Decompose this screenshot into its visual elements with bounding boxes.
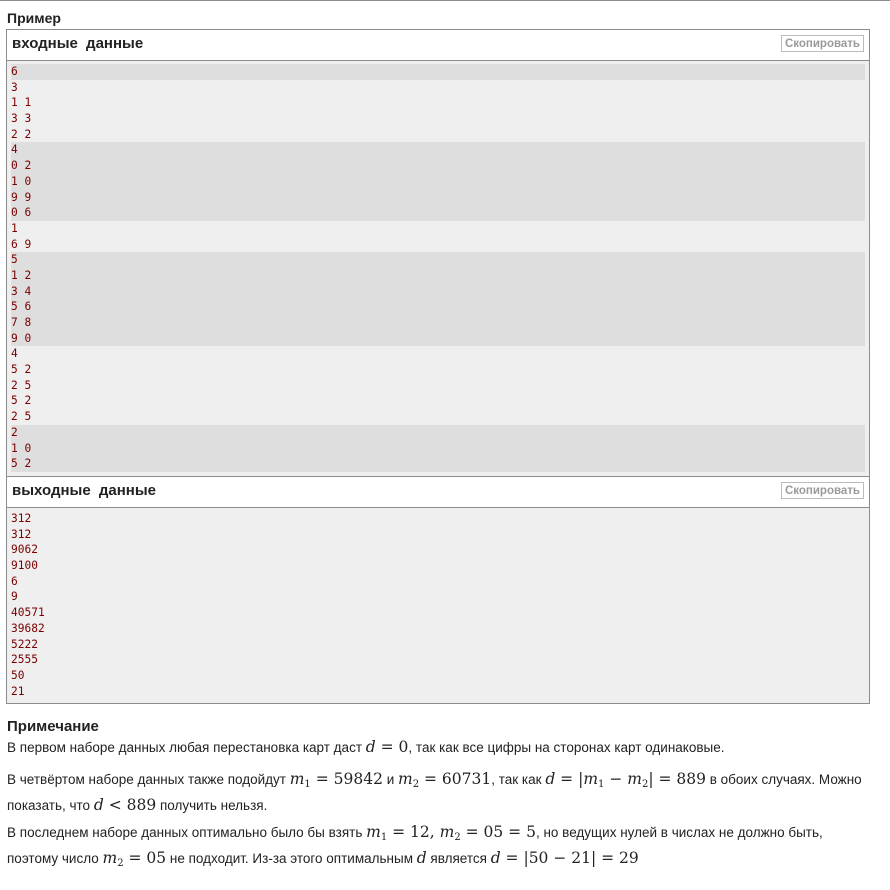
math-var: d [416, 849, 427, 867]
math-var: m [439, 823, 455, 841]
input-line: 6 9 [11, 237, 32, 251]
math-var: m [366, 823, 381, 841]
note-text: В четвёртом наборе данных также подойдут [7, 772, 290, 787]
input-line: 1 0 [11, 173, 865, 190]
input-line: 5 2 [11, 456, 865, 472]
math-expr: = |50 − 21| = 29 [500, 849, 639, 867]
math-expr: = 60731 [419, 770, 492, 788]
input-line: 2 5 [11, 410, 32, 424]
input-line: 1 [11, 221, 18, 235]
input-line: 9 9 [11, 189, 865, 206]
math-expr: < 889 [103, 796, 157, 814]
output-header: выходные данные Скопировать [7, 477, 869, 508]
output-line: 312 [11, 527, 32, 541]
note-text: не подходит. Из-за этого оптимальным [166, 851, 417, 866]
input-line: 7 8 [11, 315, 865, 331]
math-var: d [365, 738, 376, 756]
note-paragraph-3: В последнем наборе данных оптимально был… [7, 822, 877, 874]
copy-output-button[interactable]: Скопировать [780, 482, 864, 499]
input-line: 1 2 [11, 267, 865, 284]
note-text: в обоих случаях. Можно [705, 772, 862, 787]
output-line: 40571 [11, 606, 45, 620]
math-expr: = 12, [387, 823, 440, 841]
input-line: 2 5 [11, 378, 32, 392]
output-title: выходные данные [12, 482, 157, 499]
input-title: входные данные [12, 35, 144, 52]
input-line: 1 0 [11, 440, 865, 457]
output-line: 9062 [11, 543, 38, 557]
input-line: 5 [11, 252, 865, 268]
input-line: 3 3 [11, 112, 32, 126]
math-expr: = | [555, 770, 584, 788]
output-line: 6 [11, 574, 18, 588]
input-header: входные данные Скопировать [7, 30, 869, 61]
input-line: 0 6 [11, 205, 865, 221]
note-title: Примечание [7, 718, 99, 735]
note-text: , так как [491, 772, 546, 787]
input-block: входные данные Скопировать 631 13 32 240… [6, 29, 870, 477]
input-line: 9 0 [11, 330, 865, 347]
math-var: m [583, 770, 599, 788]
math-expr: = 05 = 5 [460, 823, 536, 841]
top-divider [0, 0, 890, 1]
input-line: 1 1 [11, 96, 32, 110]
note-text: В первом наборе данных любая перестановк… [7, 740, 366, 755]
math-var: d [93, 796, 104, 814]
output-line: 9100 [11, 559, 38, 573]
input-line: 4 [11, 142, 865, 159]
input-line: 3 [11, 80, 18, 94]
input-line: 5 2 [11, 363, 32, 377]
output-line: 312 [11, 512, 32, 525]
example-title: Пример [7, 10, 61, 26]
input-line: 0 2 [11, 158, 865, 174]
math-var: m [627, 770, 642, 788]
note-text: получить нельзя. [156, 798, 268, 813]
output-line: 21 [11, 684, 25, 698]
math-expr: = 05 [123, 849, 167, 867]
math-expr: − [604, 770, 628, 788]
input-line: 6 [11, 64, 865, 80]
output-line: 39682 [11, 621, 45, 635]
output-line: 9 [11, 590, 18, 604]
output-block: выходные данные Скопировать 312 312 9062 91… [6, 476, 870, 705]
output-content[interactable]: 312 312 9062 9100 6 9 40571 39682 5222 2555 50 21 [7, 508, 869, 704]
math-var: m [102, 849, 118, 867]
math-expr: = 0 [375, 738, 409, 756]
note-text: , но ведущих нулей в числах не должно бы… [535, 825, 823, 840]
math-expr: | = 889 [648, 770, 706, 788]
output-line: 50 [11, 668, 25, 682]
input-line: 5 2 [11, 394, 32, 408]
input-line: 2 [11, 424, 865, 441]
note-text: В последнем наборе данных оптимально был… [7, 825, 367, 840]
math-var: m [398, 770, 413, 788]
output-line: 2555 [11, 653, 38, 667]
output-line: 5222 [11, 637, 38, 651]
note-text: показать, что [7, 798, 94, 813]
note-text: , так как все цифры на сторонах карт оди… [408, 740, 725, 755]
math-var: d [545, 770, 556, 788]
input-line: 2 2 [11, 127, 32, 141]
input-line: 4 [11, 347, 18, 361]
note-text: и [382, 772, 398, 787]
note-paragraph-2: В четвёртом наборе данных также подойдут… [7, 769, 877, 816]
math-var: d [490, 849, 501, 867]
note-text: поэтому число [7, 851, 103, 866]
input-line: 5 6 [11, 299, 865, 315]
note-text: является [426, 851, 491, 866]
math-expr: = 59842 [310, 770, 383, 788]
input-line: 3 4 [11, 283, 865, 300]
math-var: m [289, 770, 305, 788]
input-content[interactable]: 631 13 32 240 21 09 90 616 951 23 45 67 … [7, 61, 869, 476]
note-paragraph-1: В первом наборе данных любая перестановк… [7, 737, 877, 758]
copy-input-button[interactable]: Скопировать [780, 35, 864, 52]
